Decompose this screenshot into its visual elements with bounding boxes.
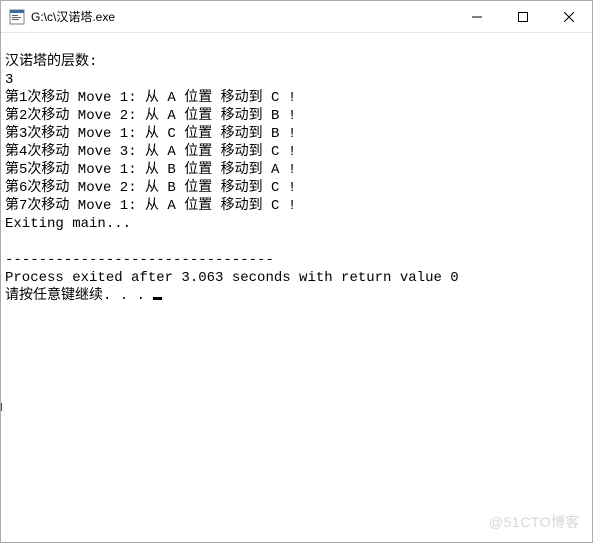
maximize-button[interactable] [500,1,546,32]
move-line: 第3次移动 Move 1: 从 C 位置 移动到 B ! [5,126,296,142]
close-button[interactable] [546,1,592,32]
console-output: 汉诺塔的层数: 3 第1次移动 Move 1: 从 A 位置 移动到 C ! 第… [1,33,592,309]
move-line: 第6次移动 Move 2: 从 B 位置 移动到 C ! [5,180,296,196]
left-marker [1,403,2,411]
continue-line: 请按任意键继续. . . [5,288,153,304]
window-controls [454,1,592,32]
client-area[interactable]: 汉诺塔的层数: 3 第1次移动 Move 1: 从 A 位置 移动到 C ! 第… [1,33,592,542]
input-line: 3 [5,72,13,88]
prompt-line: 汉诺塔的层数: [5,54,97,70]
exit-line: Exiting main... [5,216,131,232]
minimize-button[interactable] [454,1,500,32]
move-line: 第2次移动 Move 2: 从 A 位置 移动到 B ! [5,108,296,124]
move-line: 第1次移动 Move 1: 从 A 位置 移动到 C ! [5,90,296,106]
move-line: 第7次移动 Move 1: 从 A 位置 移动到 C ! [5,198,296,214]
process-line: Process exited after 3.063 seconds with … [5,270,459,286]
move-line: 第5次移动 Move 1: 从 B 位置 移动到 A ! [5,162,296,178]
move-line: 第4次移动 Move 3: 从 A 位置 移动到 C ! [5,144,296,160]
separator-line: -------------------------------- [5,252,274,268]
app-icon [9,9,25,25]
titlebar: G:\c\汉诺塔.exe [1,1,592,33]
window: G:\c\汉诺塔.exe 汉诺塔的层数: 3 第1次移动 Move 1: 从 A… [0,0,593,543]
cursor-icon [153,297,162,300]
watermark: @51CTO博客 [489,512,580,532]
window-title: G:\c\汉诺塔.exe [31,8,454,25]
